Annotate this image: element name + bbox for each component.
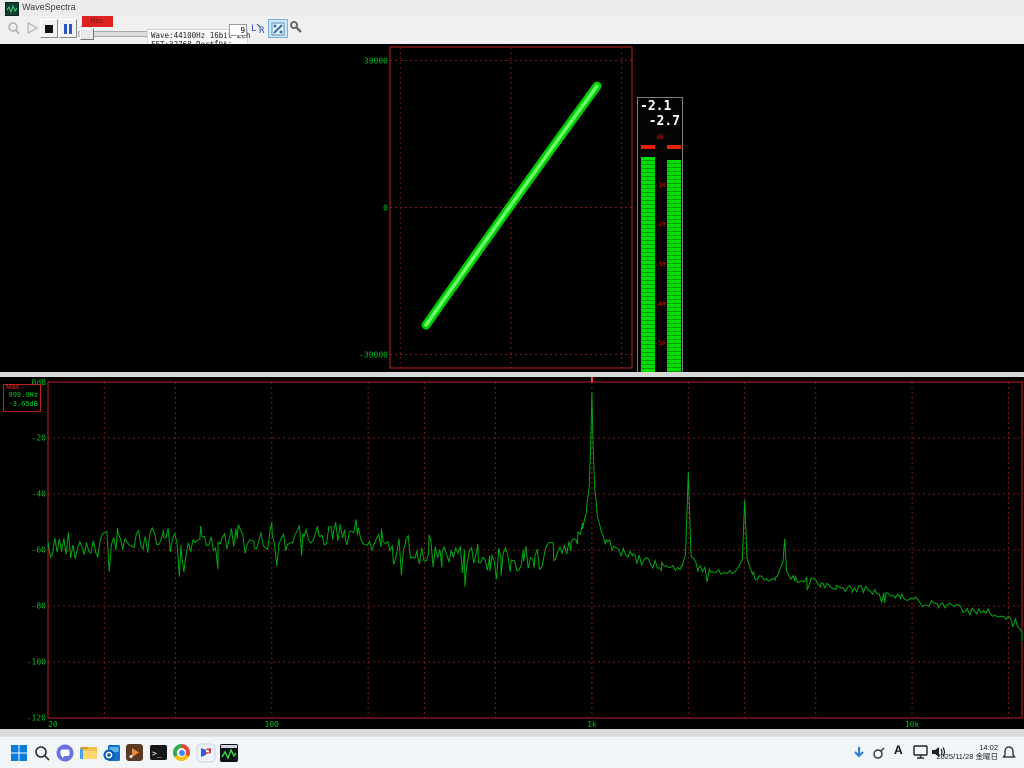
clock-time: 14:02	[936, 743, 998, 752]
taskbar-clock[interactable]: 14:02 2025/11/28 金曜日	[936, 743, 998, 761]
window-title: WaveSpectra	[22, 2, 76, 12]
wavespectra-taskbar-icon[interactable]	[218, 742, 239, 763]
scope-panel: 30000 0 -30000 -2.1 -2.7 dB -10 -20 -30 -40 -5…	[0, 44, 1024, 372]
stop-button[interactable]	[40, 19, 58, 38]
svg-text:L: L	[251, 24, 256, 34]
ime-mode-indicator[interactable]: A	[894, 743, 903, 757]
spectrum-y-label: -20	[32, 434, 47, 443]
meter-bar-R	[667, 160, 681, 383]
clock-date: 2025/11/28 金曜日	[936, 752, 998, 761]
meter-scale-label: -30	[638, 261, 682, 268]
tray-arrow-icon[interactable]	[852, 745, 866, 761]
search-icon[interactable]	[31, 742, 52, 763]
settings-wrench-icon[interactable]	[288, 19, 304, 36]
spectrum-y-label: -120	[27, 714, 46, 723]
network-icon[interactable]	[913, 745, 929, 759]
meter-scale-label: -10	[638, 182, 682, 189]
meter-peak-cap	[667, 145, 681, 149]
graph-settings-icon[interactable]	[268, 19, 288, 38]
notification-bell-icon[interactable]	[1002, 745, 1016, 760]
window-bottom-edge	[0, 729, 1024, 736]
toolbar: Rec. Wave:44100Hz 16bit 2ch FFT:32768 Re…	[0, 16, 1024, 45]
svg-text:>_: >_	[152, 749, 162, 758]
spectrum-y-label: -60	[32, 546, 47, 555]
scope-trace-core	[426, 86, 597, 325]
pause-button[interactable]	[59, 19, 77, 38]
meter-bar-L	[641, 157, 655, 383]
scope-axis-label: -30000	[359, 350, 388, 359]
spectrum-x-label: 1k	[587, 720, 597, 729]
meter-readout-right: -2.7	[649, 114, 680, 129]
scope-axis-label: 30000	[364, 57, 388, 66]
position-slider-thumb[interactable]	[80, 28, 94, 40]
wavespectra-window: WaveSpectra Rec. Wave:44100Hz 16bit 2ch …	[0, 0, 1024, 768]
spectrum-y-label: -40	[32, 490, 47, 499]
start-button[interactable]	[8, 742, 29, 763]
spectrum-panel: 0dB-20-40-60-80-100-120201001k10k	[0, 377, 1024, 729]
audio-jack-icon[interactable]	[6, 19, 22, 36]
max-frequency-value: 999.9Hz	[8, 392, 38, 399]
chrome-icon[interactable]	[171, 742, 192, 763]
level-meter: -2.1 -2.7 dB -10-20-30-40-50-60LR	[637, 97, 683, 389]
max-level-value: -3.65dB	[8, 401, 38, 408]
record-indicator: Rec.	[82, 16, 113, 27]
max-readout-box: Max 999.9Hz -3.65dB	[3, 384, 41, 412]
lr-channel-icon[interactable]: LR	[250, 19, 267, 36]
title-bar: WaveSpectra	[0, 0, 1024, 17]
file-explorer-icon[interactable]	[78, 742, 99, 763]
svg-text:R: R	[259, 26, 265, 36]
meter-readout-left: -2.1	[640, 99, 671, 114]
spectrum-trace	[48, 392, 1022, 641]
taskbar: >_ A 14:02	[0, 736, 1024, 768]
meter-unit-label: dB	[638, 134, 682, 141]
app-icon	[5, 2, 19, 16]
max-label: Max	[6, 384, 19, 391]
chat-icon[interactable]	[54, 742, 75, 763]
terminal-icon[interactable]: >_	[148, 742, 169, 763]
meter-peak-cap	[641, 145, 655, 149]
meter-scale-label: -20	[638, 221, 682, 228]
spectrum-x-label: 10k	[905, 720, 920, 729]
play-button[interactable]	[24, 19, 40, 36]
xy-scope: 30000 0 -30000	[0, 44, 1024, 372]
spectrum-x-label: 100	[265, 720, 280, 729]
scope-axis-label: 0	[383, 204, 388, 213]
fft-spectrum: 0dB-20-40-60-80-100-120201001k10k	[0, 377, 1024, 729]
audio-device-icon[interactable]	[872, 747, 886, 760]
spectrum-y-label: -100	[27, 658, 46, 667]
spectrum-x-label: 20	[48, 720, 58, 729]
spectrum-y-label: -80	[32, 602, 47, 611]
outlook-icon[interactable]	[101, 742, 122, 763]
media-player-icon[interactable]	[124, 742, 145, 763]
meter-scale-label: -40	[638, 301, 682, 308]
fps-input[interactable]	[229, 24, 247, 36]
clipchamp-icon[interactable]	[195, 742, 216, 763]
meter-scale-label: -50	[638, 340, 682, 347]
